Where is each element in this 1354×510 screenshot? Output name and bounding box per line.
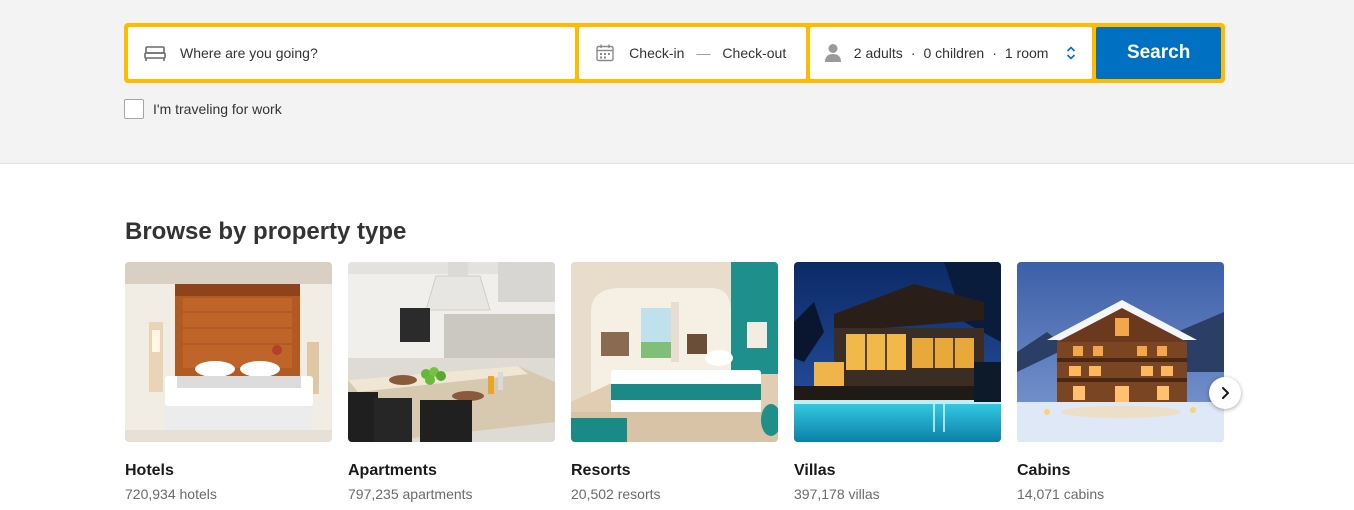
work-travel-checkbox[interactable]: [124, 99, 144, 119]
checkout-label[interactable]: Check-out: [722, 45, 786, 61]
chevron-right-icon: [1219, 386, 1231, 400]
separator-dot: ·: [910, 45, 916, 61]
property-card-name: Cabins: [1017, 462, 1071, 479]
cabins-image[interactable]: [1017, 262, 1224, 442]
up-down-arrows-icon[interactable]: [1066, 45, 1076, 61]
property-card-name: Apartments: [348, 462, 437, 479]
adults-count: 2 adults: [853, 45, 903, 61]
property-card-count: 20,502 resorts: [571, 486, 661, 502]
children-count: 0 children: [923, 45, 985, 61]
search-button[interactable]: Search: [1096, 27, 1222, 79]
carousel-next-button[interactable]: [1209, 377, 1241, 409]
property-card-name: Hotels: [125, 462, 174, 479]
search-bar: Check-in — Check-out 2 adults · 0 childr…: [124, 23, 1225, 83]
separator-dot: ·: [992, 45, 997, 61]
calendar-icon: [595, 43, 615, 63]
resorts-image[interactable]: [571, 262, 778, 442]
property-card-resorts[interactable]: Resorts 20,502 resorts: [571, 262, 778, 502]
property-card-count: 397,178 villas: [794, 486, 880, 502]
date-separator: —: [696, 45, 711, 61]
villas-image[interactable]: [794, 262, 1001, 442]
work-travel-option[interactable]: I'm traveling for work: [124, 99, 282, 119]
search-section: Check-in — Check-out 2 adults · 0 childr…: [0, 0, 1354, 164]
property-card-count: 720,934 hotels: [125, 486, 217, 502]
person-icon: [824, 43, 842, 63]
apartments-image[interactable]: [348, 262, 555, 442]
hotels-image[interactable]: [125, 262, 332, 442]
property-card-cabins[interactable]: Cabins 14,071 cabins: [1017, 262, 1224, 502]
destination-field[interactable]: [128, 27, 576, 79]
property-card-hotels[interactable]: Hotels 720,934 hotels: [125, 262, 332, 502]
work-travel-label: I'm traveling for work: [153, 101, 282, 117]
property-card-count: 14,071 cabins: [1017, 486, 1105, 502]
property-card-name: Villas: [794, 462, 836, 479]
dates-field[interactable]: Check-in — Check-out: [579, 27, 806, 79]
property-card-name: Resorts: [571, 462, 631, 479]
occupancy-field[interactable]: 2 adults · 0 children · 1 room: [809, 27, 1093, 79]
property-type-carousel: Hotels 720,934 hotels Apartments 797,235…: [125, 262, 1224, 502]
destination-input[interactable]: [180, 45, 560, 61]
rooms-count: 1 room: [1004, 45, 1049, 61]
property-card-apartments[interactable]: Apartments 797,235 apartments: [348, 262, 555, 502]
property-card-count: 797,235 apartments: [348, 486, 473, 502]
bed-icon: [144, 44, 166, 62]
checkin-label[interactable]: Check-in: [629, 45, 684, 61]
property-card-villas[interactable]: Villas 397,178 villas: [794, 262, 1001, 502]
section-title: Browse by property type: [125, 218, 407, 245]
